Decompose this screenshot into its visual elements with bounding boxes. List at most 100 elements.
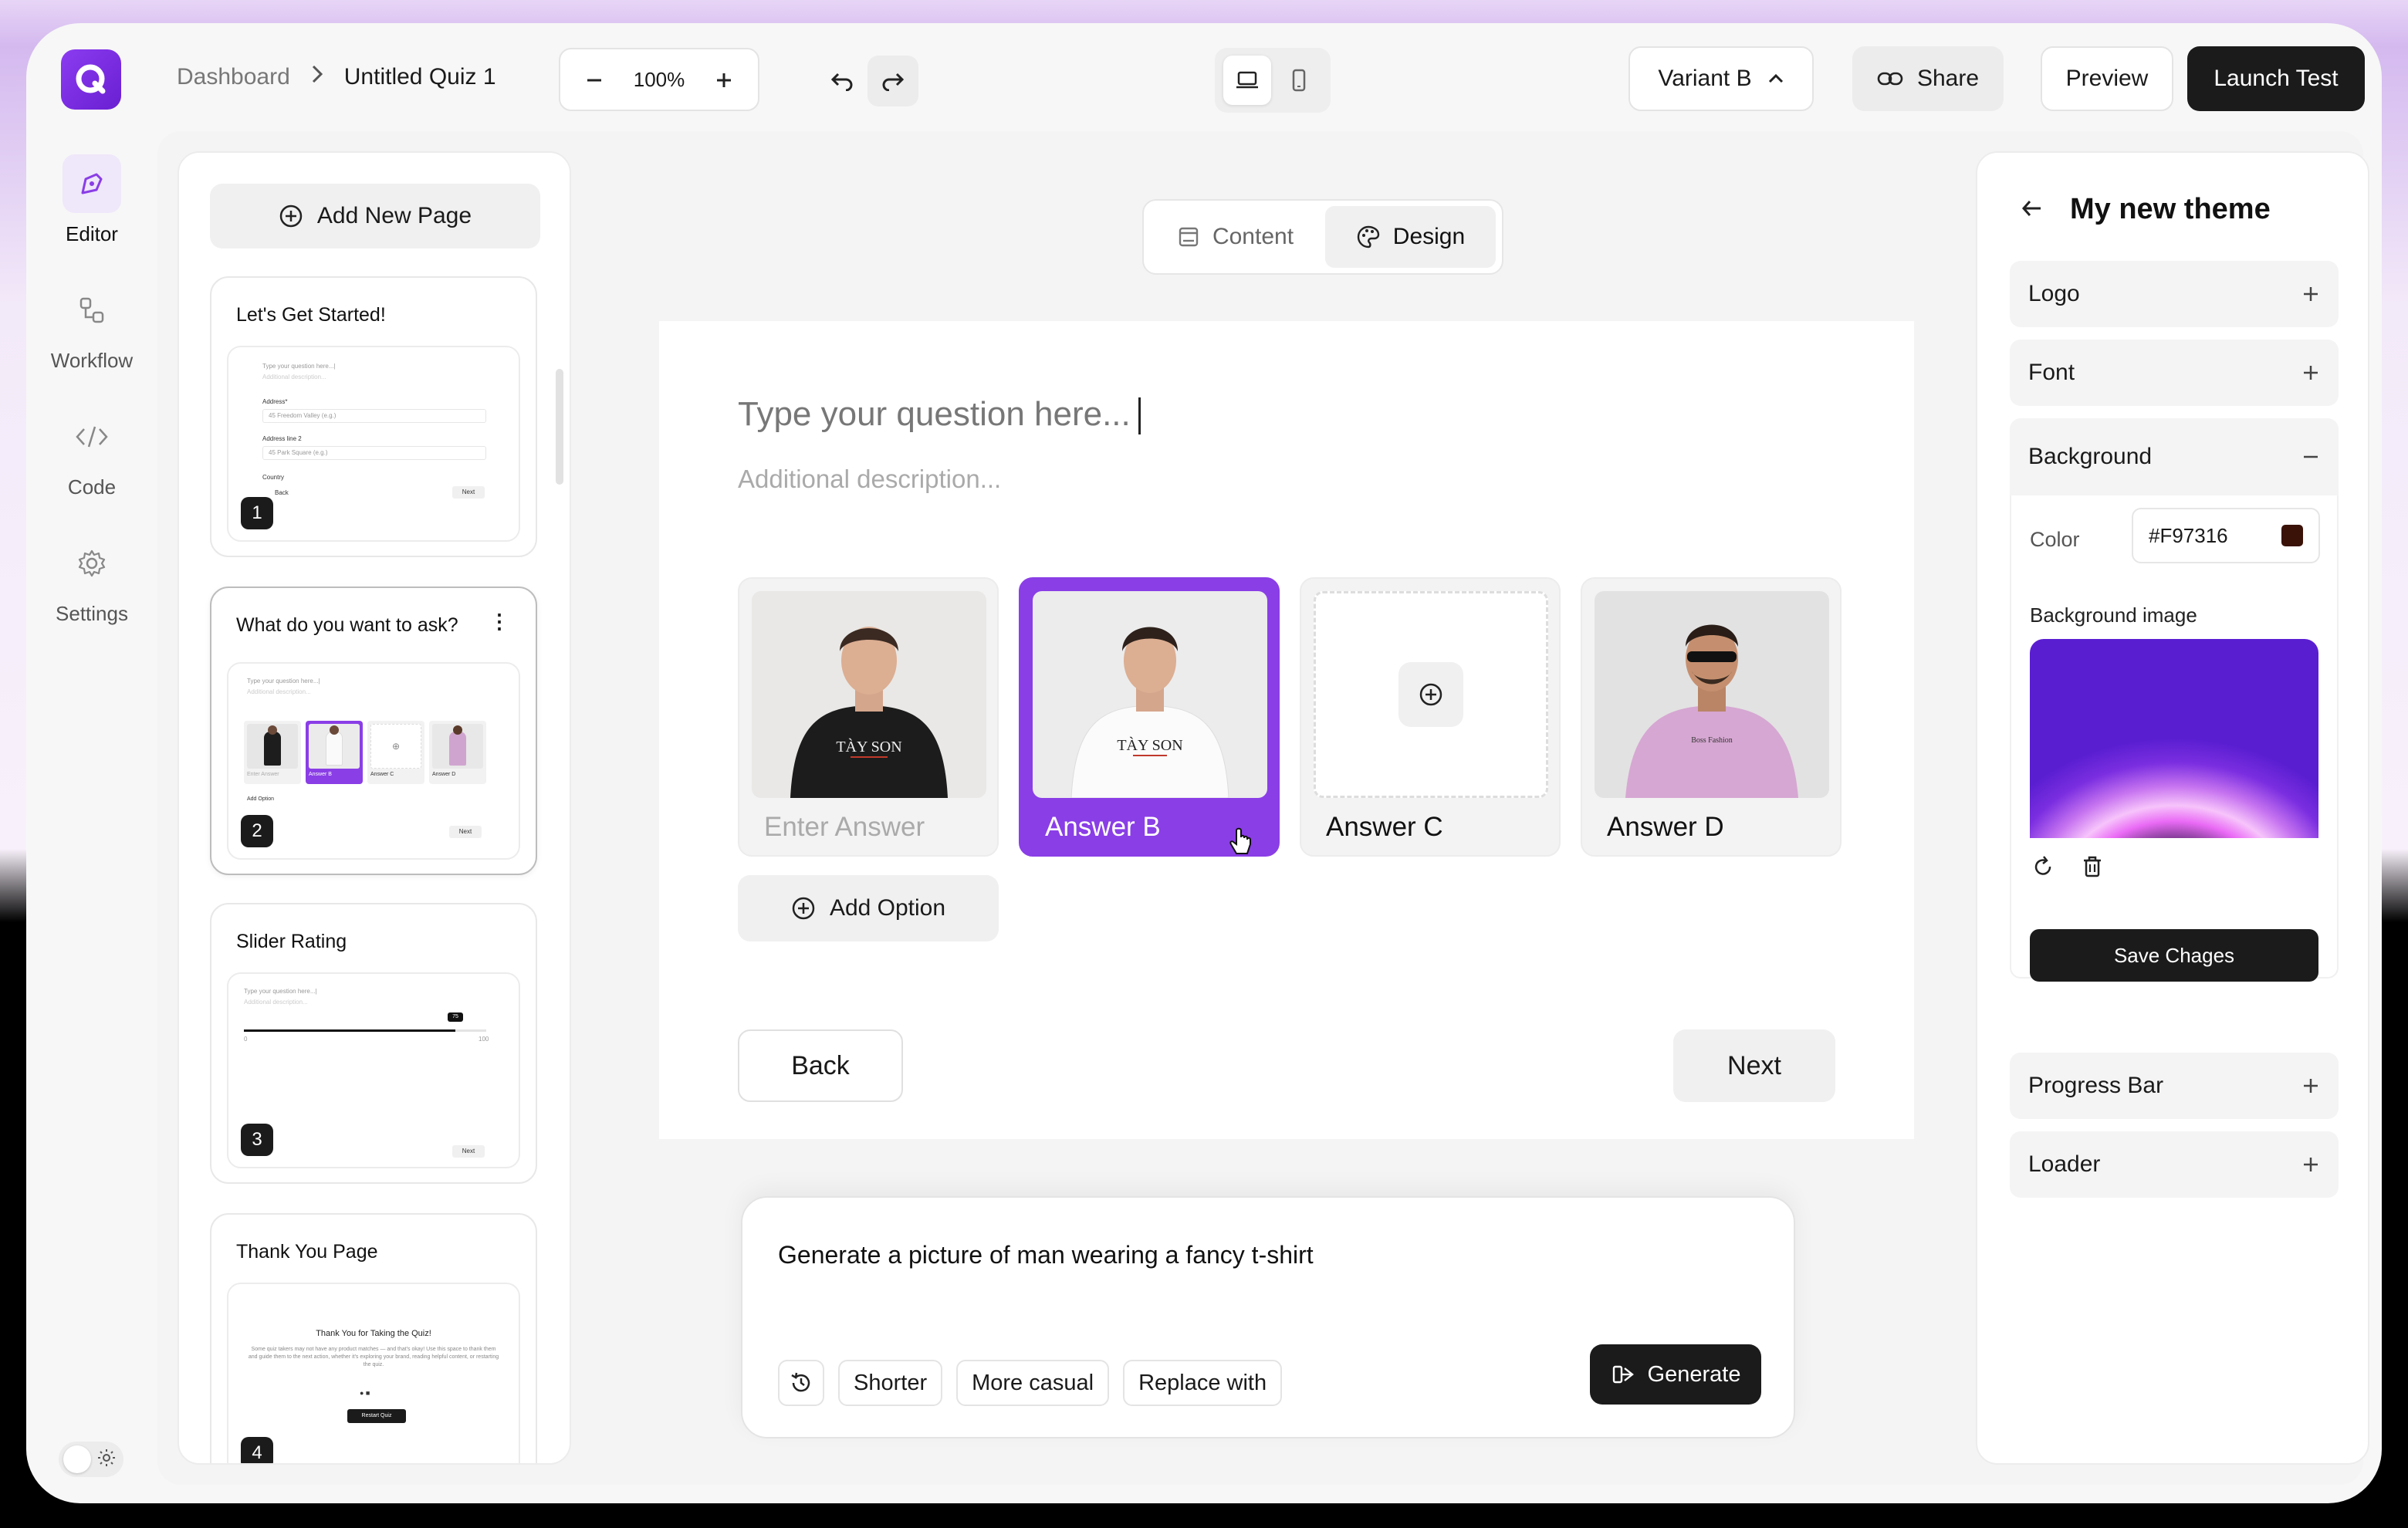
workflow-icon (63, 281, 121, 340)
rail-code[interactable]: Code (26, 407, 157, 499)
answer-label[interactable]: Answer B (1045, 812, 1161, 843)
next-button[interactable]: Next (1673, 1029, 1835, 1102)
preview-button[interactable]: Preview (2041, 46, 2173, 111)
layout-icon (1179, 227, 1199, 247)
breadcrumb-quiz-name[interactable]: Untitled Quiz 1 (344, 64, 496, 90)
desktop-view-button[interactable] (1223, 56, 1271, 105)
trash-icon[interactable] (2079, 854, 2105, 884)
plus-circle-icon[interactable] (1398, 662, 1463, 727)
pages-scrollbar[interactable] (556, 369, 563, 485)
device-switcher (1215, 48, 1331, 113)
pen-tool-icon (63, 154, 121, 213)
answer-image: TÀY SON (1033, 591, 1267, 798)
svg-text:TÀY SON: TÀY SON (836, 738, 901, 756)
back-button[interactable]: Back (738, 1029, 903, 1102)
background-image-preview[interactable] (2030, 639, 2318, 838)
answer-image-upload[interactable] (1314, 591, 1548, 798)
minus-icon (2304, 455, 2318, 458)
add-new-page-label: Add New Page (316, 203, 472, 228)
answer-image: Boss Fashion (1595, 591, 1829, 798)
answer-label[interactable]: Answer C (1326, 812, 1443, 843)
top-bar: Dashboard Untitled Quiz 1 100% Variant B… (26, 23, 2382, 131)
history-icon (791, 1372, 810, 1392)
answer-label[interactable]: Answer D (1607, 812, 1724, 843)
arrow-left-icon[interactable] (2021, 193, 2044, 226)
color-input[interactable]: #F97316 (2132, 508, 2320, 563)
page-title: What do you want to ask? (236, 614, 458, 636)
kebab-icon[interactable]: ⋮ (489, 611, 509, 631)
replace-with-chip[interactable]: Replace with (1123, 1360, 1283, 1406)
generate-button[interactable]: Generate (1590, 1344, 1761, 1405)
answer-option-1[interactable]: TÀY SON Enter Answer (738, 577, 999, 857)
page-card-1[interactable]: Let's Get Started! Type your question he… (210, 276, 537, 557)
accordion-logo-label: Logo (2028, 281, 2080, 306)
accordion-background[interactable]: Background (2010, 418, 2339, 495)
generate-label: Generate (1647, 1361, 1741, 1387)
zoom-in-button[interactable] (709, 64, 739, 95)
color-swatch[interactable] (2281, 525, 2303, 546)
tab-content[interactable]: Content (1150, 206, 1321, 268)
rail-settings-label: Settings (56, 602, 128, 625)
undo-button[interactable] (817, 56, 867, 106)
more-casual-chip[interactable]: More casual (956, 1360, 1110, 1406)
mobile-view-button[interactable] (1275, 56, 1323, 105)
accordion-progress-bar[interactable]: Progress Bar (2010, 1053, 2339, 1119)
sun-icon (97, 1449, 116, 1471)
page-thumbnail: Type your question here...| Additional d… (227, 662, 520, 860)
rail-workflow[interactable]: Workflow (26, 281, 157, 373)
pages-panel: Add New Page Let's Get Started! Type you… (178, 151, 571, 1465)
accordion-logo[interactable]: Logo (2010, 261, 2339, 327)
add-option-button[interactable]: Add Option (738, 875, 999, 941)
page-number: 3 (241, 1124, 273, 1156)
answer-option-3[interactable]: Answer C (1300, 577, 1561, 857)
launch-test-button[interactable]: Launch Test (2187, 46, 2365, 111)
answer-label[interactable]: Enter Answer (764, 812, 925, 843)
page-number: 1 (241, 497, 273, 529)
shorter-chip[interactable]: Shorter (838, 1360, 943, 1406)
redo-button[interactable] (867, 56, 918, 106)
accordion-loader[interactable]: Loader (2010, 1131, 2339, 1198)
color-value: #F97316 (2149, 523, 2228, 547)
theme-toggle[interactable] (59, 1442, 123, 1477)
logo-q-icon[interactable] (61, 49, 121, 110)
rail-settings[interactable]: Settings (26, 534, 157, 626)
plus-circle-icon (792, 897, 815, 920)
plus-icon (2304, 287, 2318, 301)
page-number: 2 (241, 815, 273, 847)
chevron-up-icon (1768, 73, 1783, 83)
share-label: Share (1916, 66, 1980, 91)
tab-content-label: Content (1212, 224, 1294, 249)
save-changes-button[interactable]: Save Chages (2030, 929, 2318, 982)
answer-option-4[interactable]: Boss Fashion Answer D (1581, 577, 1842, 857)
link-icon (1877, 72, 1903, 86)
page-card-4[interactable]: Thank You Page Thank You for Taking the … (210, 1213, 537, 1463)
page-title: Thank You Page (236, 1241, 378, 1263)
theme-header: My new theme (2021, 193, 2271, 226)
page-card-2[interactable]: What do you want to ask? ⋮ Type your que… (210, 587, 537, 875)
question-description-input[interactable]: Additional description... (738, 465, 1001, 494)
accordion-font[interactable]: Font (2010, 340, 2339, 406)
rail-editor[interactable]: Editor (26, 154, 157, 246)
rail-editor-label: Editor (66, 222, 118, 245)
tab-design[interactable]: Design (1325, 206, 1496, 268)
variant-select[interactable]: Variant B (1628, 46, 1814, 111)
accordion-progress-label: Progress Bar (2028, 1073, 2164, 1098)
page-card-3[interactable]: Slider Rating Type your question here...… (210, 903, 537, 1184)
mobile-icon (1292, 69, 1305, 92)
share-button[interactable]: Share (1852, 46, 2004, 111)
answer-image: TÀY SON (752, 591, 986, 798)
theme-panel: My new theme Logo Font Background Color … (1976, 151, 2369, 1465)
question-title-input[interactable]: Type your question here... (738, 395, 1141, 435)
image-actions (2030, 854, 2105, 884)
breadcrumb-dashboard[interactable]: Dashboard (177, 64, 290, 90)
add-new-page-button[interactable]: Add New Page (210, 184, 540, 248)
plus-icon (717, 73, 731, 87)
history-button[interactable] (778, 1360, 824, 1406)
prompt-input[interactable]: Generate a picture of man wearing a fanc… (778, 1241, 1314, 1269)
generate-icon (1612, 1365, 1634, 1384)
refresh-icon[interactable] (2030, 854, 2056, 884)
zoom-out-button[interactable] (579, 64, 610, 95)
answer-option-2[interactable]: TÀY SON Answer B (1019, 577, 1280, 857)
redo-icon (882, 73, 905, 91)
variant-label: Variant B (1658, 66, 1752, 91)
